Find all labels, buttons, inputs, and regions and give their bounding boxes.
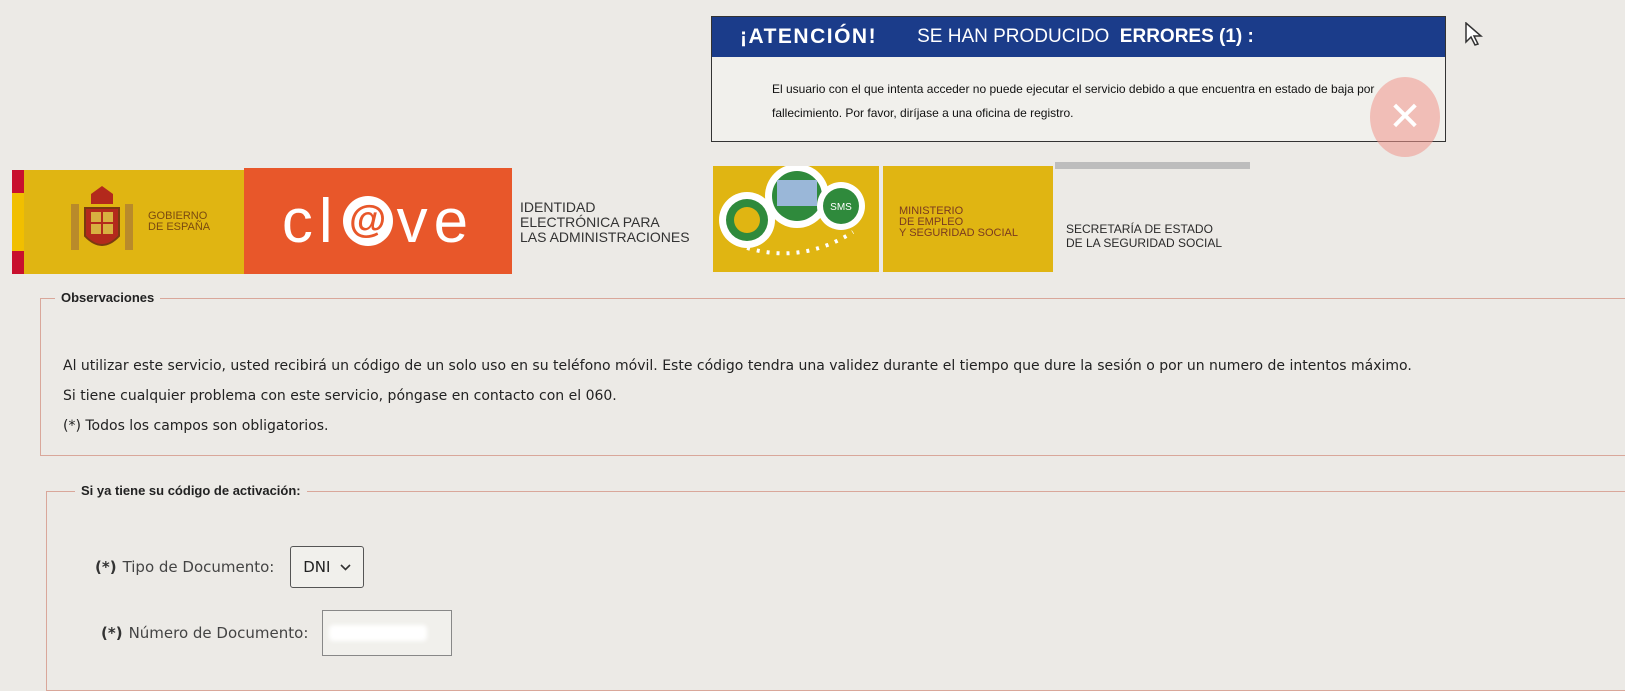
identidad-label: IDENTIDAD ELECTRÓNICA PARA LAS ADMINISTR… (520, 200, 690, 245)
numero-documento-row: (*) Número de Documento: (101, 610, 453, 656)
clave-right: ve (396, 186, 475, 256)
identidad-line3: LAS ADMINISTRACIONES (520, 229, 690, 245)
activacion-legend: Si ya tiene su código de activación: (75, 483, 307, 498)
ministerio-line3: Y SEGURIDAD SOCIAL (899, 227, 1018, 239)
secretaria-label: SECRETARÍA DE ESTADO DE LA SEGURIDAD SOC… (1066, 222, 1222, 250)
chevron-down-icon (340, 561, 352, 574)
tipo-documento-row: (*) Tipo de Documento: DNI (95, 546, 365, 588)
activacion-fieldset: Si ya tiene su código de activación: (*)… (46, 483, 1625, 691)
identidad-line1: IDENTIDAD (520, 199, 596, 215)
numero-documento-input[interactable] (322, 610, 453, 656)
coat-of-arms-icon (62, 182, 142, 262)
sms-logo: SMS (713, 166, 879, 272)
observaciones-fieldset: Observaciones Al utilizar este servicio,… (40, 290, 1625, 456)
mouse-cursor-icon (1465, 21, 1484, 52)
gobierno-label: GOBIERNO DE ESPAÑA (148, 211, 210, 233)
observaciones-line2: Si tiene cualquier problema con este ser… (63, 388, 617, 404)
identidad-line2: ELECTRÓNICA PARA (520, 214, 660, 230)
observaciones-line1: Al utilizar este servicio, usted recibir… (63, 358, 1412, 374)
error-heading-count: ERRORES (1) : (1119, 26, 1254, 47)
observaciones-line3: (*) Todos los campos son obligatorios. (63, 418, 329, 434)
ministerio-logo: MINISTERIO DE EMPLEO Y SEGURIDAD SOCIAL (883, 166, 1053, 272)
tipo-documento-value: DNI (303, 558, 331, 576)
tipo-documento-label: Tipo de Documento: (122, 558, 275, 576)
clave-logo: cl @ ve (244, 168, 512, 274)
sms-text: SMS (830, 202, 852, 213)
attention-title: ¡ATENCIÓN! (740, 25, 878, 48)
gobierno-logo: GOBIERNO DE ESPAÑA (24, 170, 244, 274)
observaciones-legend: Observaciones (55, 290, 161, 305)
error-header: ¡ATENCIÓN! SE HAN PRODUCIDO ERRORES (1) … (712, 17, 1445, 57)
close-icon[interactable]: ✕ (1370, 77, 1440, 157)
required-mark: (*) (101, 624, 123, 642)
spain-flag-strip (12, 170, 24, 274)
numero-documento-label: Número de Documento: (128, 624, 309, 642)
redacted-value (329, 625, 428, 641)
divider-bar (1055, 162, 1250, 169)
secretaria-line1: SECRETARÍA DE ESTADO (1066, 222, 1213, 236)
error-heading: SE HAN PRODUCIDO ERRORES (1) : (917, 26, 1254, 48)
tipo-documento-select[interactable]: DNI (290, 546, 365, 588)
observaciones-text: Al utilizar este servicio, usted recibir… (63, 351, 1412, 441)
error-message: El usuario con el que intenta acceder no… (772, 82, 1375, 120)
required-mark: (*) (95, 558, 117, 576)
clave-at-icon: @ (342, 196, 393, 246)
error-heading-prefix: SE HAN PRODUCIDO (917, 26, 1110, 47)
error-panel: ¡ATENCIÓN! SE HAN PRODUCIDO ERRORES (1) … (711, 16, 1446, 157)
ministerio-label: MINISTERIO DE EMPLEO Y SEGURIDAD SOCIAL (899, 206, 1018, 239)
secretaria-line2: DE LA SEGURIDAD SOCIAL (1066, 236, 1223, 250)
gobierno-line2: DE ESPAÑA (148, 221, 211, 233)
clave-left: cl (281, 186, 339, 256)
